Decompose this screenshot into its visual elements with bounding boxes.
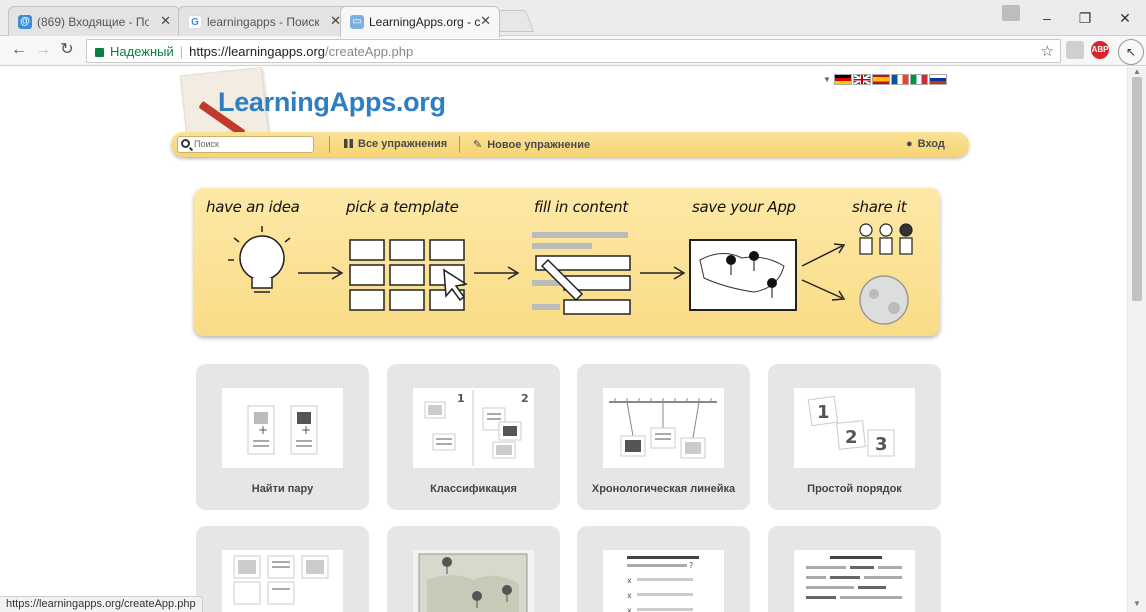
status-bar-url: https://learningapps.org/createApp.php (0, 596, 203, 612)
lightbulb-icon (228, 226, 291, 293)
search-placeholder: Поиск (194, 139, 219, 149)
close-window-button[interactable]: ✕ (1110, 7, 1140, 29)
group-assignment-icon: 1 2 (413, 388, 534, 468)
how-it-works-banner: have an idea pick a template fill in con… (194, 188, 940, 336)
tab-title: (869) Входящие - Почта (37, 14, 149, 29)
scroll-down-icon[interactable]: ▼ (1132, 599, 1142, 608)
svg-text:+: + (301, 423, 311, 437)
tab-title: LearningApps.org - созд (369, 15, 481, 29)
login-link[interactable]: ● Вход (906, 138, 945, 150)
tab-close-icon[interactable]: ✕ (480, 13, 491, 29)
new-exercise-label: Новое упражнение (487, 139, 591, 151)
simple-order-icon: 1 2 3 (794, 388, 915, 468)
template-grid-icon (349, 239, 468, 311)
tab-mail[interactable]: @ (869) Входящие - Почта ✕ (8, 6, 180, 36)
pencil-icon: ✎ (473, 139, 483, 151)
back-arrow-icon[interactable]: ← (8, 39, 30, 61)
profile-icon[interactable] (1002, 5, 1020, 21)
template-card-cloze[interactable] (768, 526, 941, 612)
nav-divider (329, 136, 330, 153)
url-host: https://learningapps.org (189, 43, 326, 59)
adblock-icon[interactable]: ABP (1091, 41, 1109, 59)
timeline-icon (603, 388, 724, 468)
content-form-icon (532, 232, 631, 315)
cursor-extension-icon[interactable]: ↖ (1118, 39, 1144, 65)
svg-text:2: 2 (845, 427, 858, 448)
url-path: /createApp.php (325, 43, 414, 59)
new-exercise-link[interactable]: ✎ Новое упражнение (473, 138, 590, 151)
svg-text:2: 2 (521, 392, 529, 405)
site-navbar: Поиск Все упражнения ✎ Новое упражнение ●… (171, 132, 969, 157)
grid-icon (344, 139, 353, 148)
tab-google[interactable]: G learningapps - Поиск в ✕ (178, 6, 350, 36)
scroll-up-icon[interactable]: ▲ (1132, 67, 1142, 76)
tab-title: learningapps - Поиск в (207, 14, 319, 29)
template-label: Хронологическая линейка (591, 483, 736, 495)
google-favicon-icon: G (188, 15, 202, 29)
flag-de-icon[interactable] (834, 74, 852, 85)
nav-divider (459, 136, 460, 153)
svg-text:3: 3 (875, 434, 888, 455)
learningapps-favicon-icon: ▭ (350, 15, 364, 29)
svg-text:+: + (258, 423, 268, 437)
address-bar[interactable]: Надежный | https://learningapps.org/crea… (86, 39, 1061, 63)
minimize-button[interactable]: – (1032, 7, 1062, 29)
template-card-quiz[interactable]: ? x x x (577, 526, 750, 612)
all-exercises-label: Все упражнения (358, 138, 448, 150)
reload-icon[interactable]: ↻ (56, 39, 78, 61)
matching-pairs-icon: + + (222, 388, 343, 468)
template-card-matching-grid[interactable] (196, 526, 369, 612)
extension-icon[interactable] (1066, 41, 1084, 59)
cloze-text-icon (794, 550, 915, 612)
restore-button[interactable]: ❐ (1070, 7, 1100, 29)
globe-icon (859, 275, 909, 325)
browser-toolbar: ← → ↻ Надежный | https://learningapps.or… (0, 36, 1146, 66)
map-icon (413, 550, 534, 612)
template-label: Простой порядок (807, 483, 902, 495)
map-icon (689, 239, 797, 311)
flag-en-icon[interactable] (853, 74, 871, 85)
flag-it-icon[interactable] (910, 74, 928, 85)
svg-text:x: x (627, 606, 632, 612)
mail-favicon-icon: @ (18, 15, 32, 29)
template-label: Классификация (430, 483, 517, 495)
template-card-timeline[interactable]: Хронологическая линейка (577, 364, 750, 510)
site-logo[interactable]: LearningApps.org (218, 87, 446, 118)
secure-label: Надежный (110, 43, 174, 59)
lock-icon (95, 47, 104, 57)
template-card-simple-order[interactable]: 1 2 3 Простой порядок (768, 364, 941, 510)
svg-text:x: x (627, 591, 632, 600)
bookmark-star-icon[interactable]: ☆ (1041, 42, 1054, 60)
search-input[interactable]: Поиск (177, 136, 314, 153)
svg-text:1: 1 (817, 402, 830, 423)
tab-learningapps[interactable]: ▭ LearningApps.org - созд ✕ (340, 6, 500, 37)
banner-illustration (228, 223, 913, 325)
flag-fr-icon[interactable] (891, 74, 909, 85)
forward-arrow-icon[interactable]: → (32, 39, 54, 61)
template-card-map[interactable] (387, 526, 560, 612)
quiz-icon: ? x x x (603, 550, 724, 612)
template-card-classification[interactable]: 1 2 Классификация (387, 364, 560, 510)
address-separator: | (179, 43, 184, 59)
page-scrollbar[interactable]: ▲ ▼ (1127, 67, 1146, 612)
all-exercises-link[interactable]: Все упражнения (344, 138, 447, 150)
svg-text:?: ? (689, 561, 693, 570)
scrollbar-thumb[interactable] (1132, 77, 1142, 301)
login-label: Вход (917, 138, 945, 150)
template-card-matching-pairs[interactable]: + + Найти пару (196, 364, 369, 510)
page-content: LearningApps.org ▼ Поиск Все упражнения … (0, 67, 1127, 612)
tab-close-icon[interactable]: ✕ (160, 13, 171, 29)
user-icon: ● (906, 138, 913, 150)
svg-text:1: 1 (457, 392, 465, 405)
flag-ru-icon[interactable] (929, 74, 947, 85)
matching-grid-icon (222, 550, 343, 612)
search-icon (181, 139, 190, 148)
svg-text:x: x (627, 576, 632, 585)
template-label: Найти пару (251, 483, 314, 495)
flag-es-icon[interactable] (872, 74, 890, 85)
tab-strip: @ (869) Входящие - Почта ✕ G learningapp… (0, 0, 1146, 37)
language-dropdown-icon[interactable]: ▼ (823, 75, 831, 84)
people-icon (859, 223, 913, 255)
